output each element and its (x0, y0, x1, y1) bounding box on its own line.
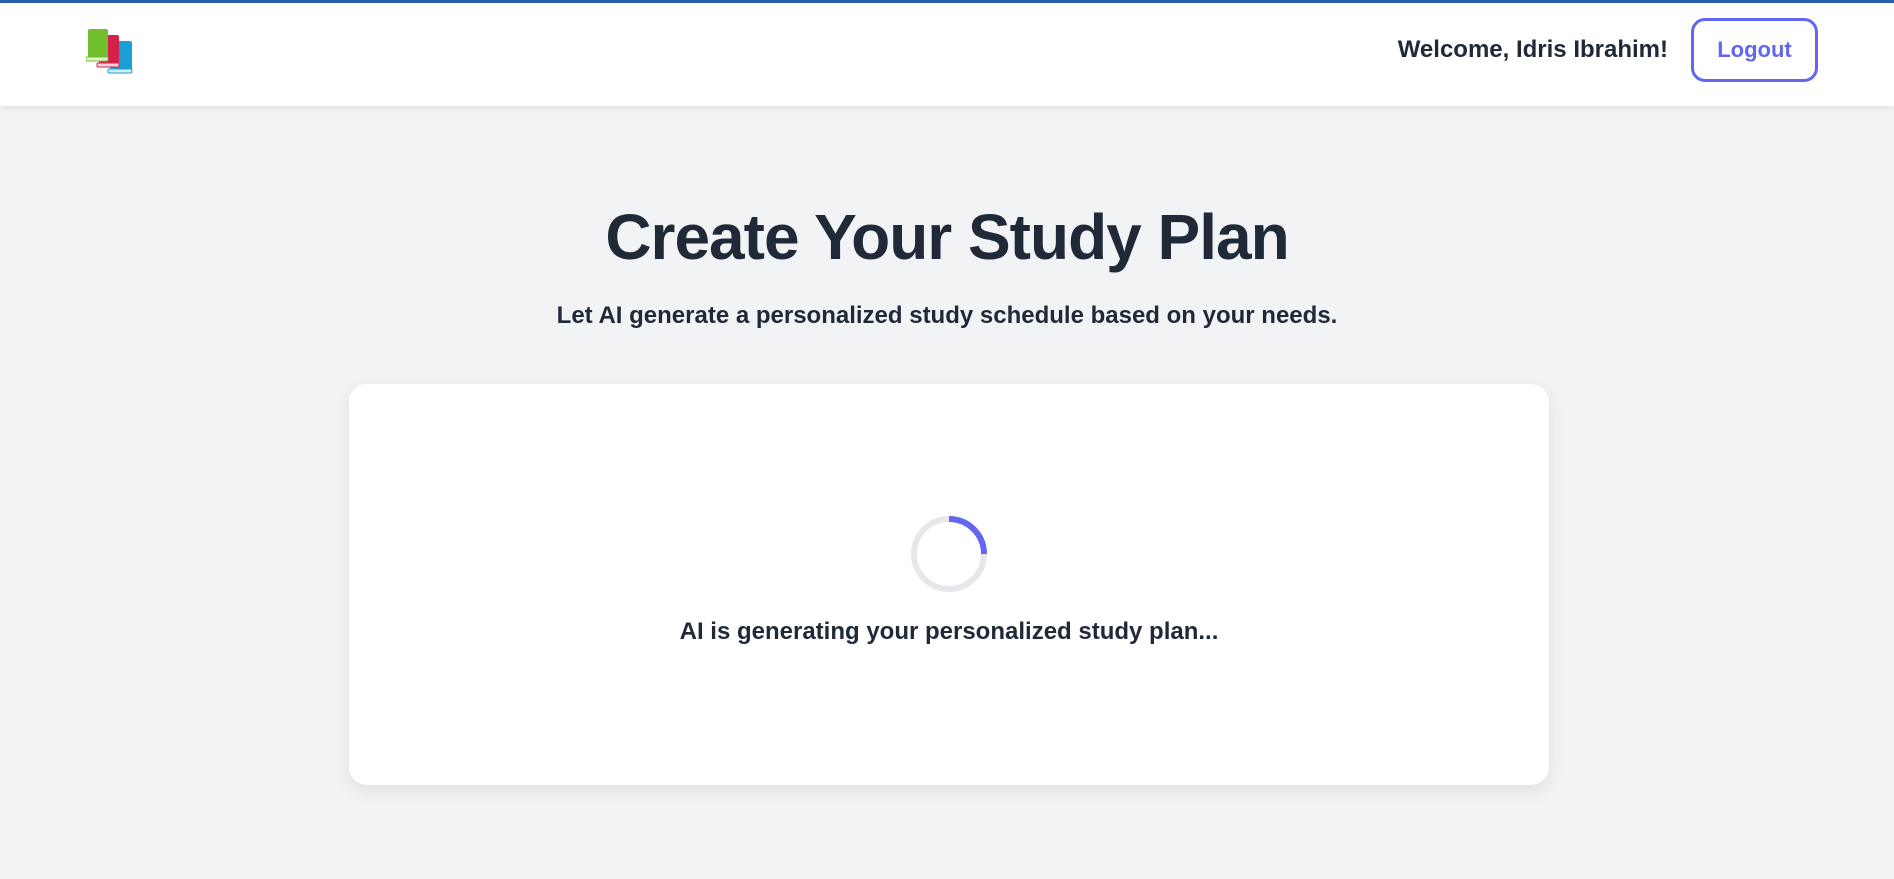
page-subtitle: Let AI generate a personalized study sch… (556, 302, 1338, 329)
logout-button[interactable]: Logout (1691, 18, 1818, 82)
loading-spinner-icon (910, 515, 988, 593)
page-title: Create Your Study Plan (605, 201, 1289, 273)
welcome-message: Welcome, Idris Ibrahim! (1397, 36, 1668, 63)
loading-message: AI is generating your personalized study… (679, 618, 1219, 645)
top-navbar: Welcome, Idris Ibrahim! Logout (0, 3, 1894, 106)
loading-card: AI is generating your personalized study… (349, 384, 1549, 785)
books-logo-icon[interactable] (85, 29, 138, 77)
